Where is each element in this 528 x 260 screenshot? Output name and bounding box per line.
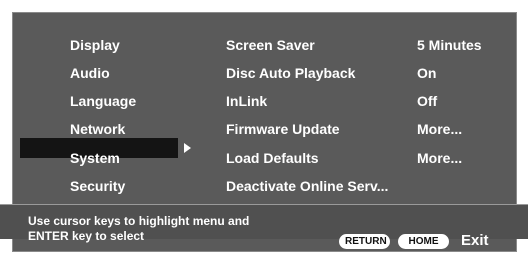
setting-value-load-defaults[interactable]: More...	[417, 148, 462, 168]
instruction-line-2: ENTER key to select	[28, 229, 145, 243]
return-button[interactable]: RETURN	[339, 234, 390, 249]
setting-value-firmware-update[interactable]: More...	[417, 119, 462, 139]
submenu-arrow-icon	[184, 143, 191, 153]
nav-item-security[interactable]: Security	[70, 176, 125, 196]
setting-label-deactivate-online-services[interactable]: Deactivate Online Serv...	[226, 176, 388, 196]
nav-item-network[interactable]: Network	[70, 119, 125, 139]
instruction-text: Use cursor keys to highlight menu and EN…	[28, 214, 288, 244]
setting-label-disc-auto-playback[interactable]: Disc Auto Playback	[226, 63, 355, 83]
home-button[interactable]: HOME	[398, 234, 449, 249]
nav-item-system[interactable]: System	[70, 148, 120, 168]
nav-item-display[interactable]: Display	[70, 35, 120, 55]
setting-label-screen-saver[interactable]: Screen Saver	[226, 35, 315, 55]
setting-value-disc-auto-playback[interactable]: On	[417, 63, 436, 83]
setting-value-screen-saver[interactable]: 5 Minutes	[417, 35, 482, 55]
setting-label-inlink[interactable]: InLink	[226, 91, 267, 111]
nav-item-language[interactable]: Language	[70, 91, 136, 111]
instruction-line-1: Use cursor keys to highlight menu and	[28, 214, 250, 228]
setting-value-inlink[interactable]: Off	[417, 91, 437, 111]
setting-label-load-defaults[interactable]: Load Defaults	[226, 148, 319, 168]
exit-button[interactable]: Exit	[461, 232, 489, 250]
setting-label-firmware-update[interactable]: Firmware Update	[226, 119, 340, 139]
nav-item-audio[interactable]: Audio	[70, 63, 110, 83]
